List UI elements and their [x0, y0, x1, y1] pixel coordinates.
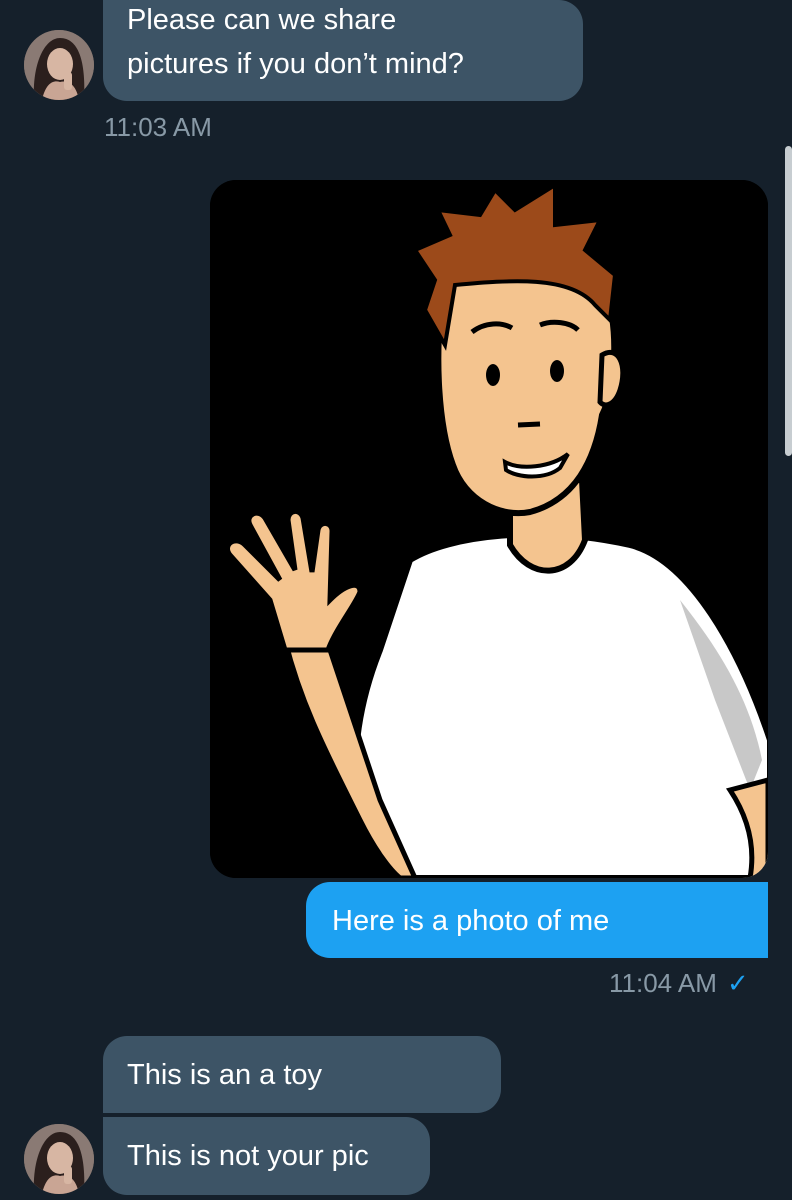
avatar-icon	[24, 1124, 94, 1194]
message-text: This is not your pic	[127, 1140, 369, 1172]
timestamp-text: 11:04 AM	[609, 968, 717, 998]
message-text-line: pictures if you don’t mind?	[127, 48, 464, 80]
avatar[interactable]	[24, 1124, 94, 1194]
message-text: Here is a photo of me	[332, 905, 610, 937]
check-icon: ✓	[726, 968, 749, 998]
message-text-line: Please can we share	[127, 4, 397, 36]
avatar-icon	[24, 30, 94, 100]
avatar[interactable]	[24, 30, 94, 100]
cartoon-man-illustration	[210, 180, 768, 878]
incoming-message-bubble[interactable]: Please can we share pictures if you don’…	[103, 0, 583, 101]
outgoing-message-bubble[interactable]: Here is a photo of me	[306, 882, 768, 958]
message-text: This is an a toy	[127, 1059, 323, 1091]
scrollbar[interactable]	[785, 146, 792, 456]
message-timestamp: 11:03 AM	[104, 112, 212, 142]
incoming-message-bubble[interactable]: This is an a toy	[103, 1036, 501, 1113]
shared-photo[interactable]	[210, 180, 768, 878]
message-timestamp: 11:04 AM ✓	[609, 968, 749, 999]
incoming-message-bubble[interactable]: This is not your pic	[103, 1117, 430, 1195]
